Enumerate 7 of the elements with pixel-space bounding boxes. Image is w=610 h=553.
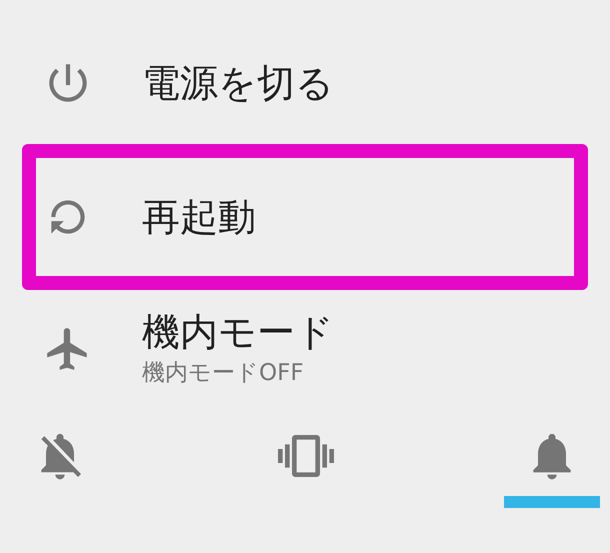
menu-item[interactable]: 電源を切る	[22, 40, 588, 125]
highlighted-menu-item[interactable]: 再起動	[22, 144, 588, 290]
menu-item-title: 機内モード	[142, 310, 334, 354]
menu-item-title: 再起動	[142, 195, 256, 239]
menu-item[interactable]: 機内モード 機内モードOFF	[22, 296, 588, 402]
menu-item-title: 電源を切る	[142, 60, 334, 104]
menu-item-status: 機内モードOFF	[142, 359, 304, 388]
